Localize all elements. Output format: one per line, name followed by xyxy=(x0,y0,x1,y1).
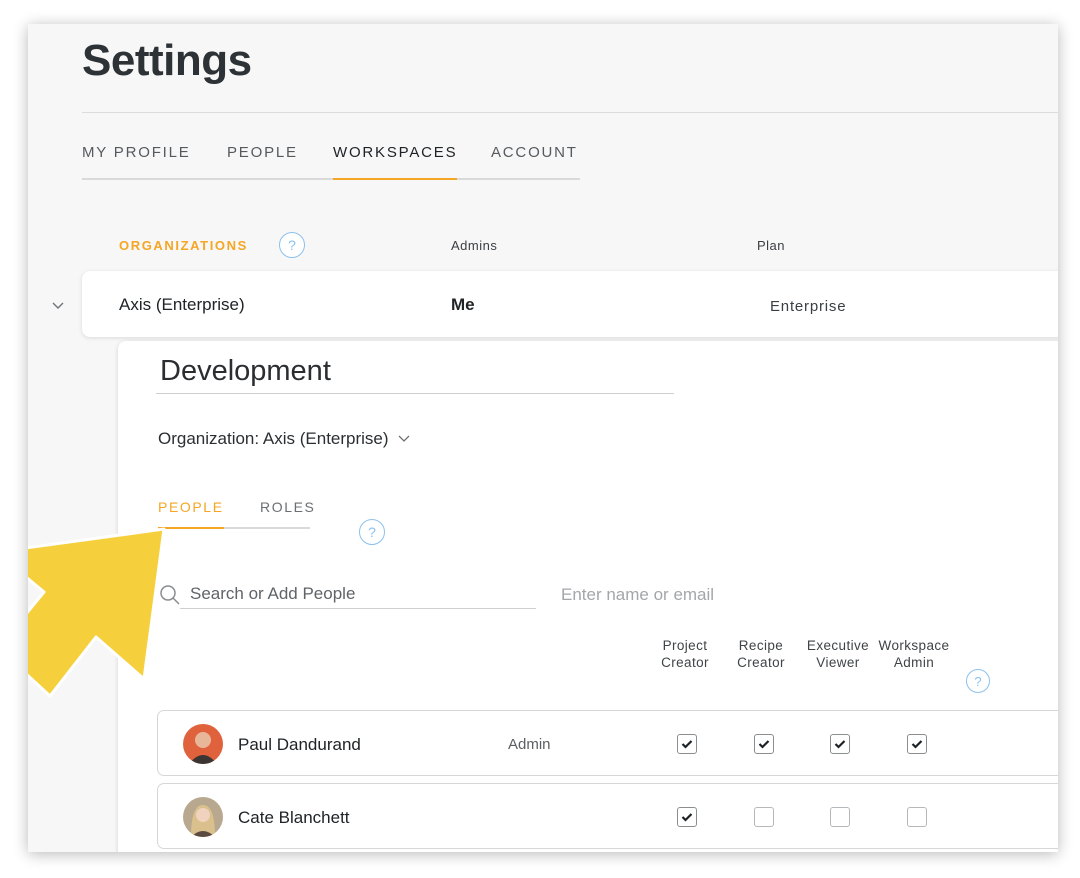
column-header-project-creator: Project Creator xyxy=(645,637,725,671)
settings-window: Settings MY PROFILE PEOPLE WORKSPACES AC… xyxy=(28,24,1058,852)
column-header-line: Workspace xyxy=(878,638,950,653)
check-icon xyxy=(758,740,770,749)
workspace-name[interactable]: Development xyxy=(160,355,331,388)
person-role: Admin xyxy=(508,736,551,753)
column-header-recipe-creator: Recipe Creator xyxy=(721,637,801,671)
plan-column-header: Plan xyxy=(757,238,786,253)
checkbox-recipe-creator[interactable] xyxy=(754,807,774,827)
checkbox-executive-viewer[interactable] xyxy=(830,807,850,827)
checkbox-workspace-admin[interactable] xyxy=(907,807,927,827)
workspace-subtabs: PEOPLE ROLES xyxy=(158,499,314,529)
column-header-executive-viewer: Executive Viewer xyxy=(798,637,878,671)
column-header-workspace-admin: Workspace Admin xyxy=(874,637,954,671)
checkbox-project-creator[interactable] xyxy=(677,807,697,827)
column-header-line: Creator xyxy=(737,655,785,670)
workspace-name-underline xyxy=(156,393,674,394)
checkbox-recipe-creator[interactable] xyxy=(754,734,774,754)
organization-name: Axis (Enterprise) xyxy=(119,295,245,314)
permissions-help-icon[interactable]: ? xyxy=(966,669,990,693)
arrow-callout-icon xyxy=(28,527,166,698)
column-header-line: Creator xyxy=(661,655,709,670)
avatar xyxy=(183,797,223,837)
tab-account[interactable]: ACCOUNT xyxy=(491,144,578,180)
checkbox-project-creator[interactable] xyxy=(677,734,697,754)
organization-select[interactable]: Organization: Axis (Enterprise) xyxy=(158,429,411,449)
person-name: Paul Dandurand xyxy=(238,735,361,754)
search-hint: Enter name or email xyxy=(561,585,715,604)
organizations-header: ORGANIZATIONS xyxy=(119,238,248,253)
column-header-line: Viewer xyxy=(816,655,860,670)
organization-row[interactable]: Axis (Enterprise) Me Enterprise xyxy=(82,271,1058,337)
organizations-help-icon[interactable]: ? xyxy=(279,232,305,258)
search-people-input[interactable] xyxy=(180,579,536,609)
title-divider xyxy=(82,112,1058,113)
column-header-line: Executive xyxy=(806,638,870,653)
column-header-line: Project xyxy=(662,638,708,653)
page-title: Settings xyxy=(82,36,252,85)
organization-admins: Me xyxy=(451,295,475,314)
subtab-roles[interactable]: ROLES xyxy=(260,499,315,529)
check-icon xyxy=(681,740,693,749)
check-icon xyxy=(681,813,693,822)
workspace-panel: Development Organization: Axis (Enterpri… xyxy=(118,341,1058,852)
column-header-line: Recipe xyxy=(738,638,784,653)
tab-workspaces[interactable]: WORKSPACES xyxy=(333,144,458,180)
chevron-down-icon xyxy=(398,435,410,442)
check-icon xyxy=(834,740,846,749)
chevron-down-icon[interactable] xyxy=(50,298,66,314)
person-row[interactable]: Paul Dandurand Admin xyxy=(157,710,1058,776)
organization-plan: Enterprise xyxy=(770,298,847,315)
admins-column-header: Admins xyxy=(451,238,498,253)
workspace-help-icon[interactable]: ? xyxy=(359,519,385,545)
tab-people[interactable]: PEOPLE xyxy=(227,144,298,180)
tab-my-profile[interactable]: MY PROFILE xyxy=(82,144,191,180)
column-header-line: Admin xyxy=(893,655,935,670)
organization-select-label: Organization: Axis (Enterprise) xyxy=(158,429,389,448)
person-name: Cate Blanchett xyxy=(238,808,350,827)
check-icon xyxy=(911,740,923,749)
avatar xyxy=(183,724,223,764)
person-row[interactable]: Cate Blanchett xyxy=(157,783,1058,849)
checkbox-workspace-admin[interactable] xyxy=(907,734,927,754)
checkbox-executive-viewer[interactable] xyxy=(830,734,850,754)
main-tabs: MY PROFILE PEOPLE WORKSPACES ACCOUNT xyxy=(82,144,580,180)
